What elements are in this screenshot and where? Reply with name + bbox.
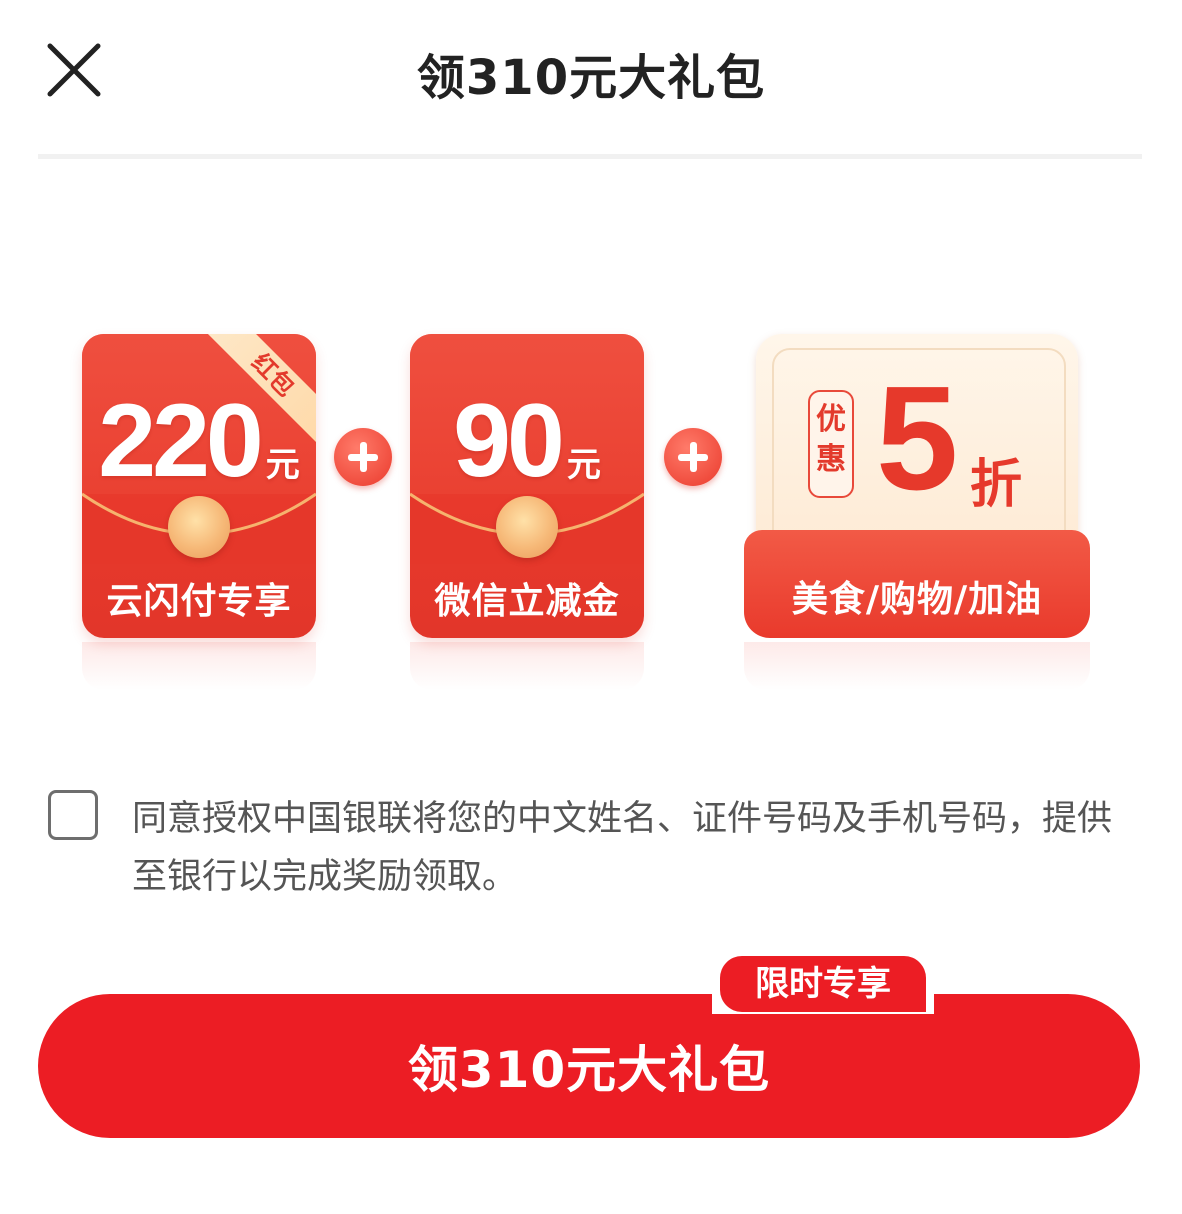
red-packet-card: 90 元 微信立减金 bbox=[410, 334, 644, 638]
discount-coupon-card: 优惠 5 折 美食/购物/加油 bbox=[744, 334, 1090, 638]
packet-amount-value: 220 bbox=[98, 383, 264, 499]
plus-icon bbox=[664, 428, 722, 486]
claim-gift-button-label: 领310元大礼包 bbox=[407, 1041, 771, 1099]
red-packet-card: 220 元 云闪付专享 红包 bbox=[82, 334, 316, 638]
page-title: 领310元大礼包 bbox=[416, 50, 766, 106]
plus-icon bbox=[334, 428, 392, 486]
header-divider bbox=[38, 154, 1142, 159]
packet-amount-value: 90 bbox=[453, 383, 565, 499]
packet-reflection bbox=[410, 642, 644, 690]
consent-text: 同意授权中国银联将您的中文姓名、证件号码及手机号码，提供至银行以完成奖励领取。 bbox=[132, 799, 1113, 897]
coupon-reflection bbox=[744, 642, 1090, 690]
coupon-discount-value: 5 bbox=[876, 356, 959, 521]
coupon-discount-unit: 折 bbox=[970, 455, 1023, 515]
packet-amount: 90 元 bbox=[410, 386, 644, 520]
coupon-tag: 优惠 bbox=[808, 390, 854, 498]
limited-time-badge: 限时专享 bbox=[720, 956, 926, 1012]
packet-label: 云闪付专享 bbox=[106, 581, 292, 622]
consent-checkbox[interactable] bbox=[48, 790, 98, 840]
packet-amount-unit: 元 bbox=[566, 446, 601, 484]
packet-reflection bbox=[82, 642, 316, 690]
claim-gift-button[interactable]: 领310元大礼包 bbox=[38, 994, 1140, 1138]
packet-label: 微信立减金 bbox=[434, 581, 620, 622]
packet-amount-unit: 元 bbox=[265, 446, 300, 484]
coupon-label: 美食/购物/加油 bbox=[791, 579, 1043, 620]
